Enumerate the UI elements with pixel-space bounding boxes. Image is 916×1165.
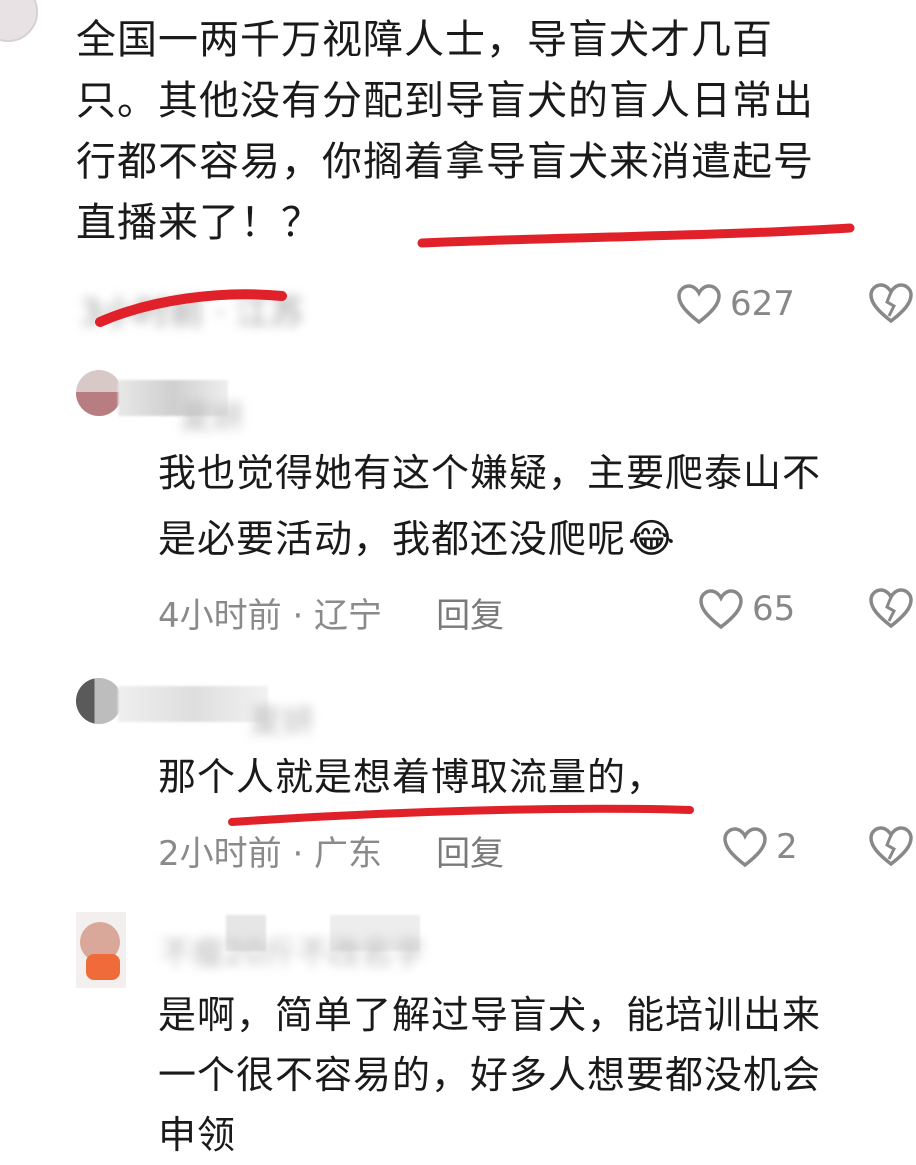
red-underline xyxy=(228,804,694,826)
broken-heart-icon xyxy=(869,826,913,867)
reply-text: 是啊，简单了解过导盲犬，能培训出来 一个很不容易的，好多人想要都没机会 申领 xyxy=(158,985,916,1165)
time-location: 2小时前 · 广东 xyxy=(158,834,383,874)
reply-line: 是啊，简单了解过导盲犬，能培训出来 xyxy=(158,993,822,1037)
reply-line: 一个很不容易的，好多人想要都没机会 xyxy=(158,1053,822,1097)
heart-icon xyxy=(723,827,767,868)
like-count: 2 xyxy=(776,827,798,867)
reply-meta: 2小时前 · 广东 回复 xyxy=(158,826,504,875)
dislike-button[interactable] xyxy=(868,825,914,871)
reply-line: 申领 xyxy=(158,1113,237,1157)
reply-button[interactable]: 回复 xyxy=(436,826,504,875)
username: 不瘦20斤不改名字 xyxy=(160,934,425,972)
avatar[interactable] xyxy=(76,912,126,988)
like-button[interactable]: 2 xyxy=(722,823,798,871)
